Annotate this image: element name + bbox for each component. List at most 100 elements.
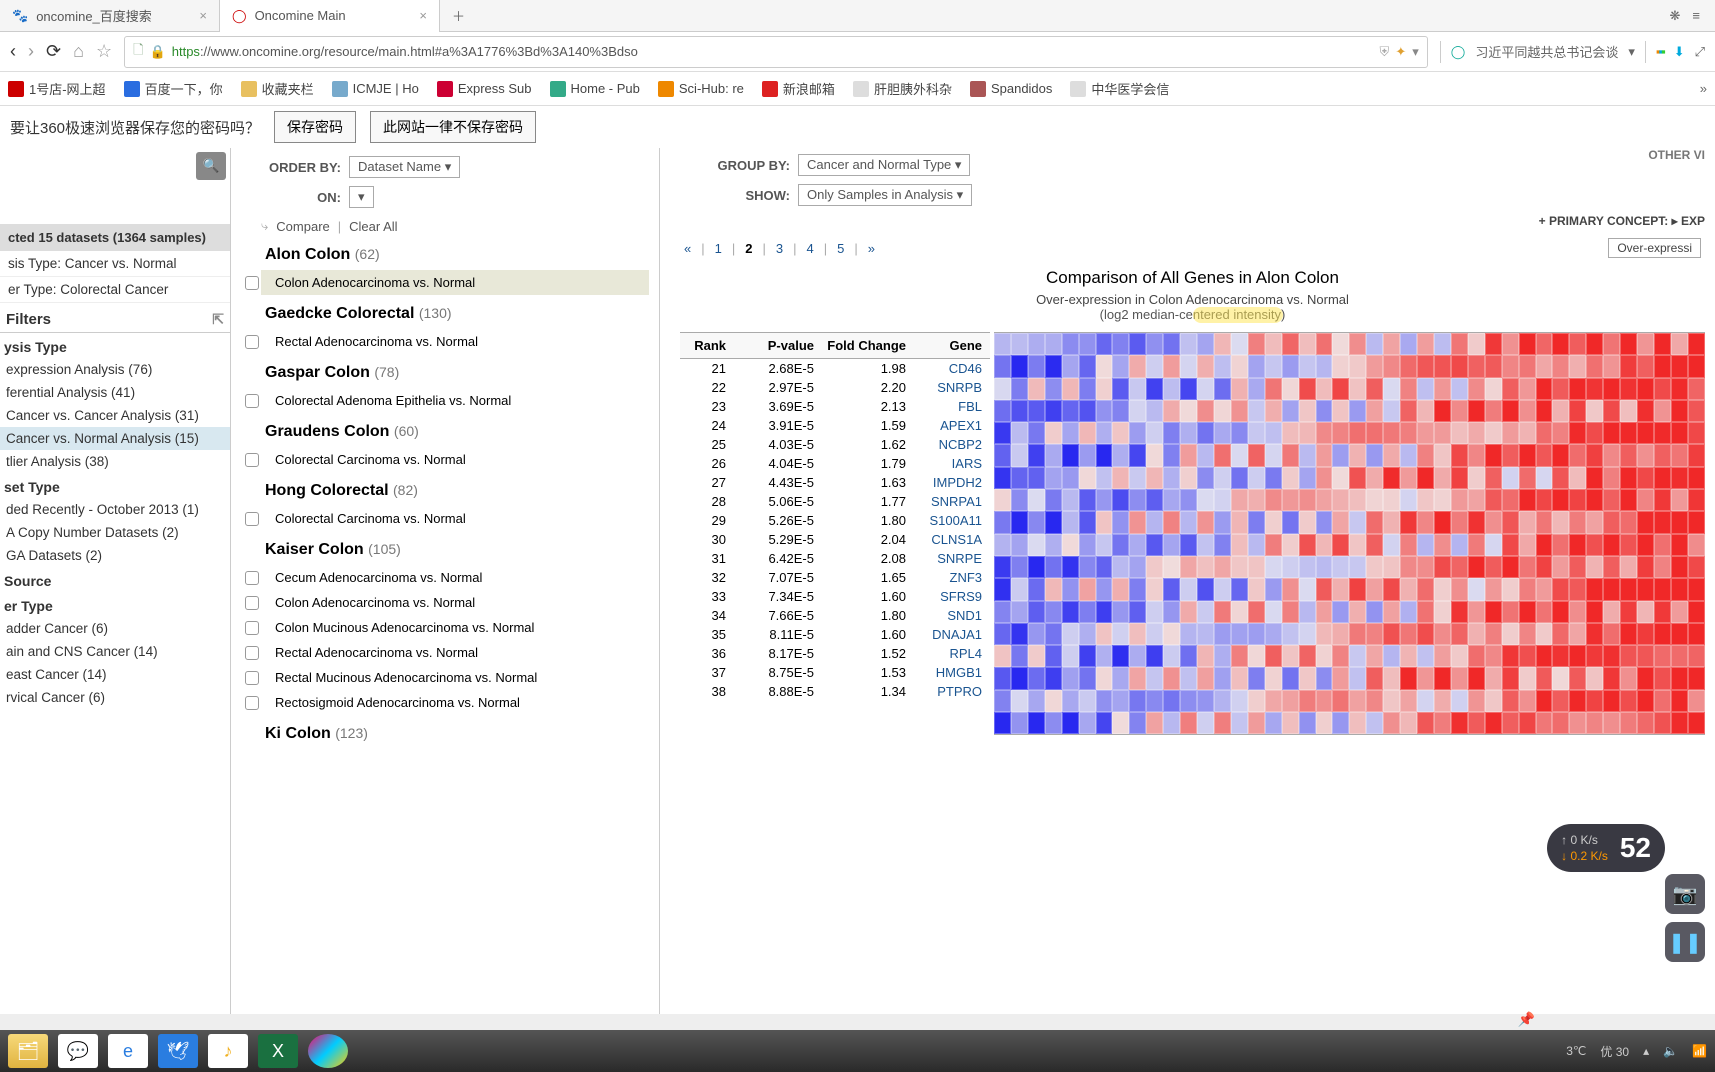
heatmap-cell[interactable] <box>1180 578 1197 600</box>
heatmap-cell[interactable] <box>1400 355 1417 377</box>
heatmap-cell[interactable] <box>1282 422 1299 444</box>
heatmap-cell[interactable] <box>1620 690 1637 712</box>
filter-item[interactable]: rvical Cancer (6) <box>0 686 230 709</box>
heatmap-cell[interactable] <box>1163 667 1180 689</box>
heatmap-cell[interactable] <box>1197 578 1214 600</box>
dataset-group-title[interactable]: Alon Colon (62) <box>261 240 649 270</box>
heatmap-cell[interactable] <box>1451 355 1468 377</box>
heatmap-cell[interactable] <box>1485 556 1502 578</box>
heatmap-cell[interactable] <box>1146 556 1163 578</box>
bookmark-overflow-icon[interactable]: » <box>1700 81 1707 96</box>
heatmap-cell[interactable] <box>1214 422 1231 444</box>
heatmap-cell[interactable] <box>1485 378 1502 400</box>
heatmap-cell[interactable] <box>1248 534 1265 556</box>
heatmap-cell[interactable] <box>1654 601 1671 623</box>
heatmap-cell[interactable] <box>1536 422 1553 444</box>
heatmap-cell[interactable] <box>1146 378 1163 400</box>
heatmap-cell[interactable] <box>1248 422 1265 444</box>
heatmap-cell[interactable] <box>1434 422 1451 444</box>
heatmap-cell[interactable] <box>1366 645 1383 667</box>
new-tab-button[interactable]: ＋ <box>440 0 477 31</box>
heatmap-cell[interactable] <box>994 534 1011 556</box>
heatmap-cell[interactable] <box>1366 355 1383 377</box>
checkbox[interactable] <box>245 696 259 710</box>
heatmap-cell[interactable] <box>1079 712 1096 734</box>
heatmap-cell[interactable] <box>1434 534 1451 556</box>
bookmark-9[interactable]: 肝胆胰外科杂 <box>853 79 952 98</box>
heatmap-cell[interactable] <box>1586 422 1603 444</box>
heatmap-cell[interactable] <box>1552 623 1569 645</box>
heatmap-cell[interactable] <box>1316 400 1333 422</box>
heatmap-cell[interactable] <box>1400 378 1417 400</box>
heatmap-cell[interactable] <box>1688 511 1705 533</box>
search-suggestion[interactable]: 习近平同越共总书记会谈 <box>1475 42 1618 61</box>
heatmap-cell[interactable] <box>1383 623 1400 645</box>
heatmap-cell[interactable] <box>1129 333 1146 355</box>
heatmap-cell[interactable] <box>1299 378 1316 400</box>
heatmap-cell[interactable] <box>1434 355 1451 377</box>
heatmap-cell[interactable] <box>1146 667 1163 689</box>
heatmap-cell[interactable] <box>1096 645 1113 667</box>
heatmap-cell[interactable] <box>1637 623 1654 645</box>
heatmap-cell[interactable] <box>1451 623 1468 645</box>
heatmap-cell[interactable] <box>1265 556 1282 578</box>
heatmap-cell[interactable] <box>1332 422 1349 444</box>
heatmap-cell[interactable] <box>1299 578 1316 600</box>
heatmap-cell[interactable] <box>1045 511 1062 533</box>
heatmap-cell[interactable] <box>1299 645 1316 667</box>
heatmap-cell[interactable] <box>1214 489 1231 511</box>
heatmap-cell[interactable] <box>1468 378 1485 400</box>
heatmap-cell[interactable] <box>1299 712 1316 734</box>
heatmap-cell[interactable] <box>1112 400 1129 422</box>
tab-2[interactable]: ◯ Oncomine Main × <box>220 0 440 32</box>
close-icon[interactable]: × <box>419 8 427 23</box>
heatmap-cell[interactable] <box>1265 712 1282 734</box>
heatmap-cell[interactable] <box>994 355 1011 377</box>
heatmap-cell[interactable] <box>1603 645 1620 667</box>
ext-grid-icon[interactable]: ▪▪▪ <box>1656 44 1664 59</box>
heatmap-cell[interactable] <box>1671 444 1688 466</box>
heatmap-cell[interactable] <box>1519 333 1536 355</box>
heatmap-cell[interactable] <box>1231 667 1248 689</box>
heatmap-cell[interactable] <box>1214 378 1231 400</box>
heatmap-cell[interactable] <box>1096 601 1113 623</box>
heatmap-cell[interactable] <box>1197 444 1214 466</box>
heatmap-cell[interactable] <box>1197 623 1214 645</box>
gene-link[interactable]: S100A11 <box>914 513 990 528</box>
heatmap-cell[interactable] <box>1468 601 1485 623</box>
heatmap-cell[interactable] <box>994 623 1011 645</box>
heatmap-cell[interactable] <box>1536 601 1553 623</box>
heatmap-cell[interactable] <box>1383 556 1400 578</box>
heatmap-cell[interactable] <box>1282 333 1299 355</box>
heatmap-cell[interactable] <box>1146 601 1163 623</box>
heatmap-cell[interactable] <box>1451 467 1468 489</box>
heatmap-cell[interactable] <box>1248 333 1265 355</box>
heatmap-cell[interactable] <box>1028 355 1045 377</box>
filter-item[interactable]: expression Analysis (76) <box>0 358 230 381</box>
heatmap-cell[interactable] <box>1112 712 1129 734</box>
heatmap-cell[interactable] <box>1045 534 1062 556</box>
heatmap-cell[interactable] <box>1129 601 1146 623</box>
heatmap-cell[interactable] <box>1417 578 1434 600</box>
heatmap-cell[interactable] <box>1536 667 1553 689</box>
heatmap-cell[interactable] <box>1079 444 1096 466</box>
heatmap-cell[interactable] <box>1468 444 1485 466</box>
heatmap-cell[interactable] <box>1214 667 1231 689</box>
heatmap-cell[interactable] <box>1299 690 1316 712</box>
heatmap-cell[interactable] <box>1688 712 1705 734</box>
heatmap-cell[interactable] <box>1112 556 1129 578</box>
heatmap-cell[interactable] <box>1096 422 1113 444</box>
heatmap-cell[interactable] <box>1434 400 1451 422</box>
heatmap-cell[interactable] <box>1383 467 1400 489</box>
gene-link[interactable]: ZNF3 <box>914 570 990 585</box>
gene-link[interactable]: SNRPB <box>914 380 990 395</box>
heatmap-cell[interactable] <box>1180 667 1197 689</box>
heatmap-cell[interactable] <box>1248 712 1265 734</box>
heatmap-cell[interactable] <box>1163 467 1180 489</box>
heatmap-cell[interactable] <box>1366 712 1383 734</box>
heatmap-cell[interactable] <box>1400 333 1417 355</box>
heatmap-cell[interactable] <box>1062 601 1079 623</box>
heatmap-cell[interactable] <box>1586 355 1603 377</box>
heatmap-cell[interactable] <box>1586 444 1603 466</box>
heatmap-cell[interactable] <box>1079 511 1096 533</box>
